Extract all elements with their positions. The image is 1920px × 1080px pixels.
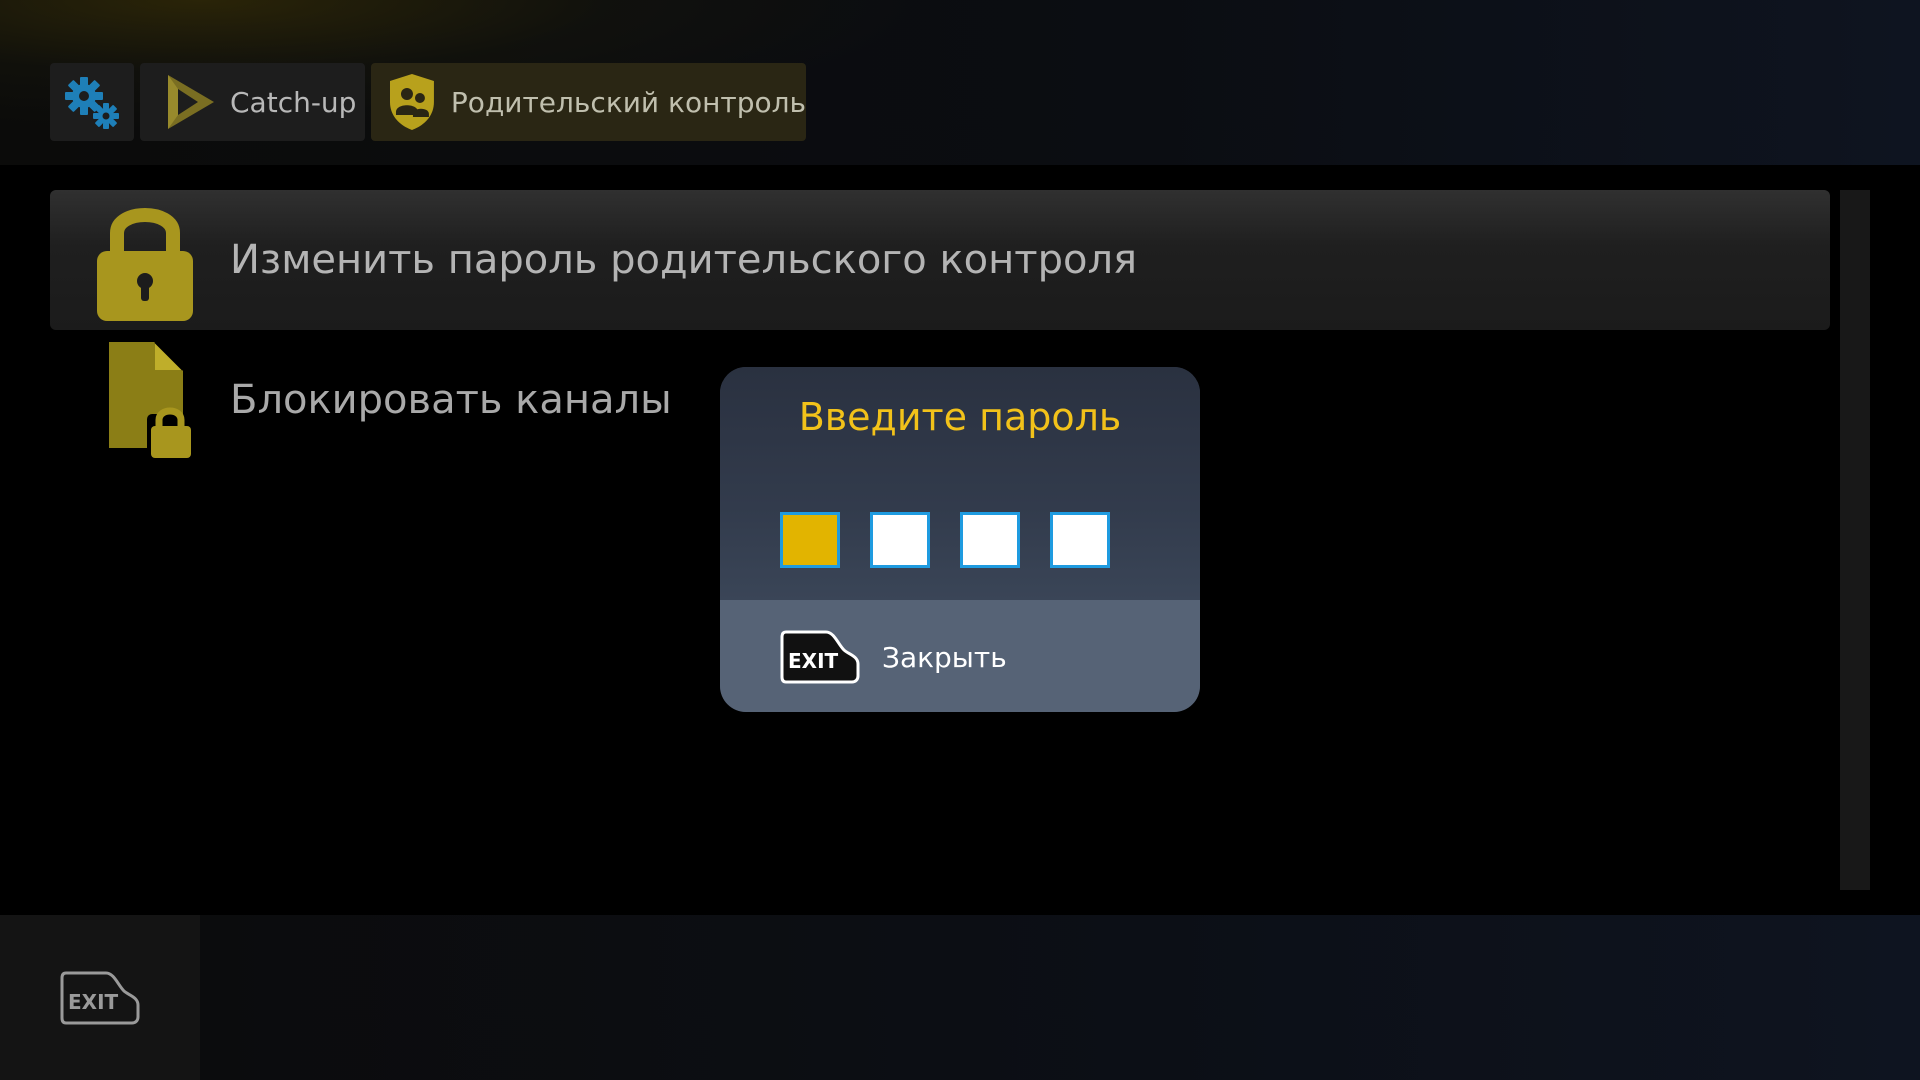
menu-item-change-password-label: Изменить пароль родительского контроля	[230, 237, 1138, 283]
pin-digit-1[interactable]	[780, 512, 840, 568]
tab-catch-up-label: Catch-up	[230, 85, 357, 119]
dialog-close-label: Закрыть	[882, 640, 1007, 674]
parental-shield-icon	[389, 74, 434, 130]
bottom-bar: EXIT	[0, 915, 1920, 1080]
pin-digit-3[interactable]	[960, 512, 1020, 568]
menu-item-block-channels-label: Блокировать каналы	[230, 377, 672, 423]
tab-parental-control-label: Родительский контроль	[450, 85, 806, 119]
footer-exit-button[interactable]: EXIT	[0, 915, 200, 1080]
tab-parental-control[interactable]: Родительский контроль	[371, 63, 806, 141]
locked-file-icon	[90, 335, 200, 465]
dialog-footer: EXIT Закрыть	[720, 600, 1200, 712]
gears-icon	[65, 77, 119, 129]
top-navigation-bar: Catch-up Родительский контроль	[0, 0, 1920, 165]
tab-settings[interactable]	[50, 63, 134, 141]
tab-catch-up[interactable]: Catch-up	[140, 63, 365, 141]
dialog-exit-key-text: EXIT	[788, 649, 839, 673]
pin-digit-4[interactable]	[1050, 512, 1110, 568]
screen: Catch-up Родительский контроль Изменить …	[0, 0, 1920, 1080]
pin-input-group	[780, 512, 1110, 568]
exit-key-icon: EXIT	[780, 630, 860, 684]
dialog-body: Введите пароль	[720, 367, 1200, 600]
list-scrollbar[interactable]	[1840, 190, 1870, 890]
password-dialog: Введите пароль EXIT Закрыть	[720, 367, 1200, 712]
play-icon	[168, 75, 214, 129]
footer-exit-key-text: EXIT	[68, 990, 119, 1014]
menu-item-change-password[interactable]: Изменить пароль родительского контроля	[50, 190, 1830, 330]
dialog-close-button[interactable]: EXIT Закрыть	[780, 630, 1007, 684]
pin-digit-2[interactable]	[870, 512, 930, 568]
exit-key-icon: EXIT	[60, 971, 140, 1024]
dialog-title: Введите пароль	[798, 395, 1122, 439]
padlock-icon	[90, 195, 200, 325]
